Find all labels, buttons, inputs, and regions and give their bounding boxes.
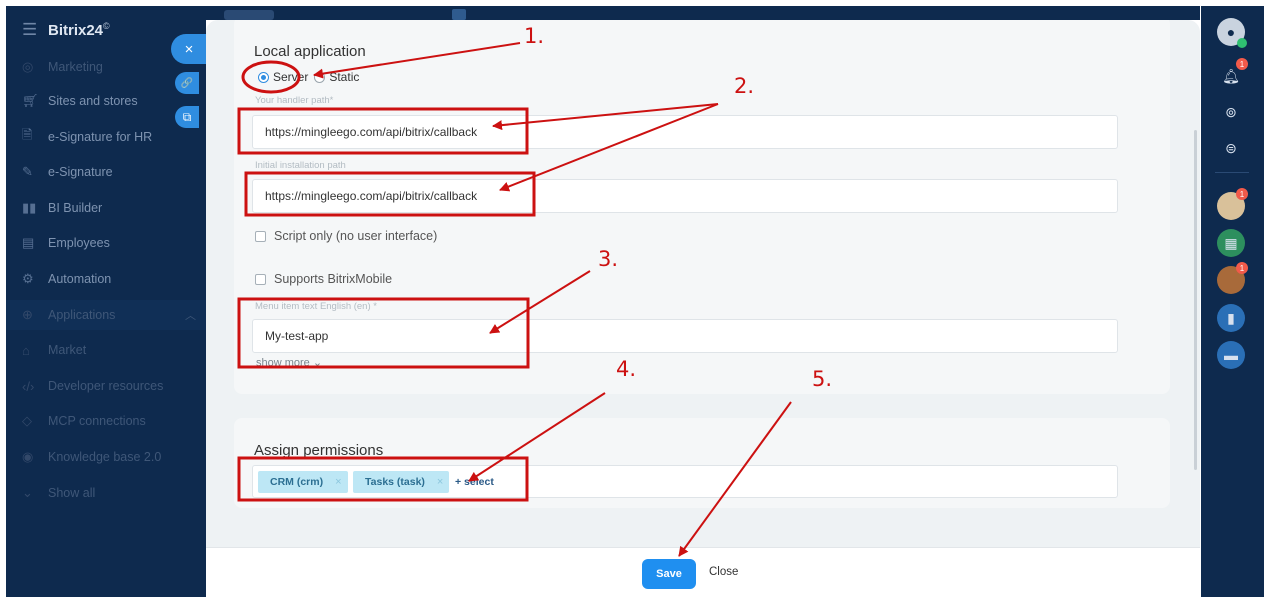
close-icon: ×	[184, 40, 194, 58]
right-bar: ● 🔔︎ 1 ⊚ ⊜ 1 ▦ 1 ▮ ▬	[1201, 6, 1264, 597]
permissions-selector[interactable]: CRM (crm) × Tasks (task) × + select	[252, 465, 1118, 498]
annotation-number-3: 3.	[598, 247, 619, 271]
permission-tag-tasks: Tasks (task) ×	[353, 471, 450, 493]
assign-permissions-title: Assign permissions	[254, 442, 384, 459]
top-bar-field	[224, 10, 274, 20]
close-slider-button[interactable]: ×	[171, 34, 207, 64]
annotation-number-5: 5.	[812, 367, 833, 391]
top-bar	[206, 6, 1200, 20]
supports-mobile-row[interactable]: Supports BitrixMobile	[255, 272, 392, 286]
bookmark-icon[interactable]: ▮	[1217, 304, 1245, 332]
chevron-up-icon: ︿	[185, 310, 196, 322]
slider-footer: Save Close	[206, 547, 1200, 597]
sidebar-item-automation[interactable]: ⚙ Automation	[6, 264, 206, 294]
sidebar-item-market[interactable]: ⌂ Market	[6, 335, 206, 365]
static-radio[interactable]	[314, 71, 326, 83]
bitrix24-logo[interactable]: Bitrix24©	[48, 21, 110, 39]
open-new-window-button[interactable]: ⧉	[175, 106, 199, 128]
chat-bot-icon[interactable]: ⊜	[1217, 134, 1245, 162]
handler-path-input[interactable]: https://mingleego.com/api/bitrix/callbac…	[252, 115, 1118, 149]
pen-icon: ✎	[22, 164, 33, 179]
modal-scrollbar[interactable]	[1194, 130, 1197, 470]
employees-icon: ▤	[22, 235, 35, 250]
application-type-radios: Server Static	[258, 70, 359, 84]
annotation-number-1: 1.	[524, 24, 545, 48]
copy-link-button[interactable]: 🔗	[175, 72, 199, 94]
link-icon: 🔗	[180, 77, 194, 89]
supports-mobile-checkbox[interactable]	[255, 273, 266, 285]
right-bar-divider	[1215, 172, 1249, 173]
local-application-title: Local application	[254, 43, 366, 60]
apps-icon: ⊕	[22, 307, 33, 322]
avatar-contact-1[interactable]: 1	[1217, 188, 1248, 220]
permission-tag-crm: CRM (crm) ×	[258, 471, 348, 493]
sidebar-show-all[interactable]: ⌄ Show all	[6, 478, 206, 508]
static-radio-label[interactable]: Static	[329, 70, 359, 84]
annotation-number-2: 2.	[734, 74, 755, 98]
sidebar-item-mcp-connections[interactable]: ◇ MCP connections	[6, 406, 206, 436]
sidebar-item-developer-resources[interactable]: ‹/› Developer resources	[6, 371, 206, 401]
annotation-number-4: 4.	[616, 357, 637, 381]
select-permission-link[interactable]: + select	[455, 476, 494, 488]
notifications-badge: 1	[1236, 58, 1248, 70]
avatar-2-badge: 1	[1236, 262, 1248, 274]
assign-permissions-card: Assign permissions CRM (crm) × Tasks (ta…	[234, 418, 1170, 508]
market-icon: ⌂	[22, 342, 30, 358]
sidebar-item-e-signature-hr[interactable]: 🗎 e-Signature for HR	[6, 122, 206, 152]
menu-icon[interactable]: ☰	[22, 20, 48, 40]
supports-mobile-label: Supports BitrixMobile	[274, 272, 393, 286]
server-radio[interactable]	[258, 71, 269, 83]
script-only-label: Script only (no user interface)	[274, 229, 438, 243]
copilot-icon[interactable]: ⊚	[1217, 98, 1245, 126]
handler-path-label: Your handler path*	[255, 95, 334, 106]
sidebar-item-knowledge-base[interactable]: ◉ Knowledge base 2.0	[6, 442, 206, 472]
sidebar-item-employees[interactable]: ▤ Employees	[6, 228, 206, 258]
mcp-icon: ◇	[22, 413, 32, 428]
installation-path-label: Initial installation path	[255, 160, 346, 171]
avatar-1-badge: 1	[1236, 188, 1248, 200]
code-icon: ‹/›	[22, 378, 35, 394]
menu-item-text-label: Menu item text English (en) *	[255, 301, 377, 312]
save-button[interactable]: Save	[642, 559, 696, 589]
group-chat-icon[interactable]: ▦	[1217, 229, 1245, 257]
remove-tag-icon[interactable]: ×	[437, 476, 443, 488]
installation-path-input[interactable]: https://mingleego.com/api/bitrix/callbac…	[252, 179, 1118, 213]
cart-icon: 🛒︎	[22, 93, 39, 108]
local-application-card: Local application Server Static Your han…	[234, 20, 1170, 394]
script-only-row[interactable]: Script only (no user interface)	[255, 229, 437, 243]
bar-chart-icon: ▮▮	[22, 200, 37, 215]
notifications-bell-icon[interactable]: 🔔︎ 1	[1217, 58, 1248, 90]
automation-icon: ⚙	[22, 271, 34, 286]
sidebar-item-e-signature[interactable]: ✎ e-Signature	[6, 157, 206, 187]
screen: ☰ Bitrix24© ◎ Marketing 🛒︎ Sites and sto…	[0, 0, 1270, 615]
remove-tag-icon[interactable]: ×	[335, 476, 341, 488]
app-settings-slider: Local application Server Static Your han…	[206, 20, 1200, 597]
chevron-down-icon: ⌄	[22, 485, 33, 500]
menu-item-text-input[interactable]: My-test-app	[252, 319, 1118, 353]
avatar-contact-2[interactable]: 1	[1217, 262, 1248, 294]
target-icon: ◎	[22, 59, 34, 74]
document-sign-icon: 🗎	[22, 127, 33, 142]
sidebar-item-bi-builder[interactable]: ▮▮ BI Builder	[6, 193, 206, 223]
server-radio-label[interactable]: Server	[273, 70, 308, 84]
left-sidebar: ☰ Bitrix24© ◎ Marketing 🛒︎ Sites and sto…	[6, 6, 206, 597]
user-profile-icon[interactable]: ●	[1217, 18, 1247, 48]
top-bar-icon	[452, 9, 466, 20]
knowledge-icon: ◉	[22, 449, 34, 464]
online-status-dot	[1237, 38, 1247, 48]
sidebar-item-applications[interactable]: ⊕ Applications ︿	[6, 300, 206, 330]
open-new-icon: ⧉	[182, 109, 192, 124]
comments-icon[interactable]: ▬	[1217, 341, 1245, 369]
show-more-link[interactable]: show more ⌄	[256, 356, 322, 369]
script-only-checkbox[interactable]	[255, 230, 266, 242]
close-button[interactable]: Close	[709, 566, 738, 578]
